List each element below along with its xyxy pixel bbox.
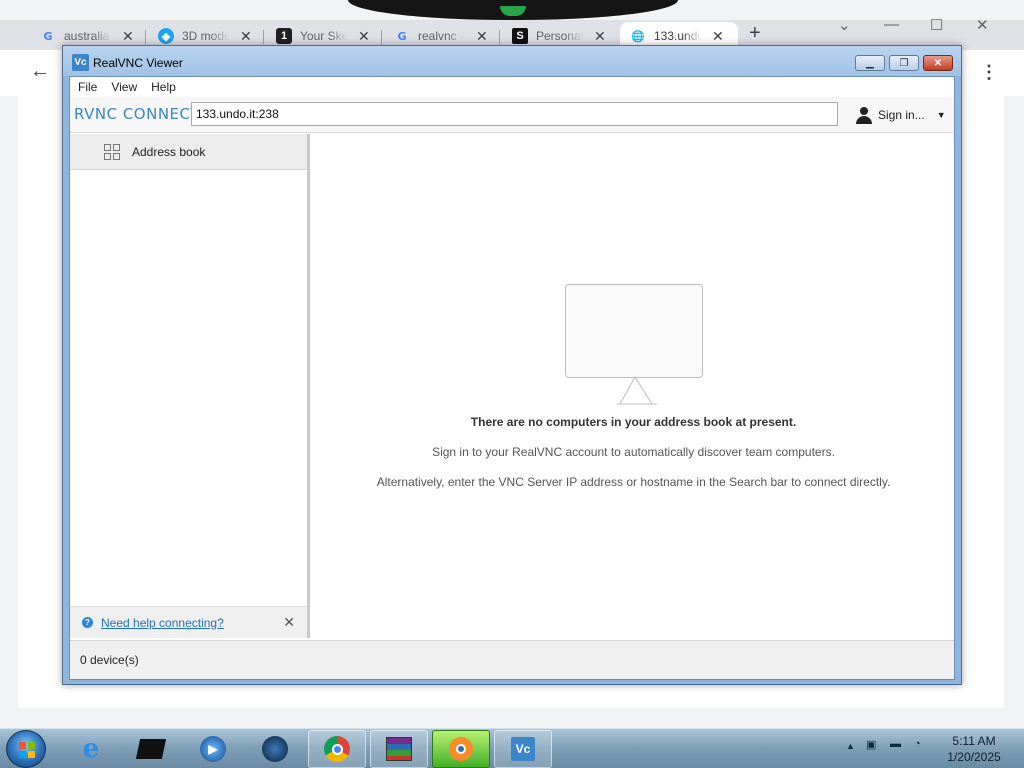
clock-time: 5:11 AM [952, 734, 996, 748]
google-icon: G [43, 29, 53, 43]
realvnc-icon: Vc [509, 735, 537, 763]
window-title: RealVNC Viewer [93, 56, 183, 70]
monitor-illustration [565, 284, 703, 405]
close-icon[interactable]: ✕ [283, 614, 295, 631]
internet-explorer-icon: e [82, 734, 100, 764]
tab-title: Your Sket [300, 29, 348, 43]
help-icon: ? [82, 617, 93, 628]
chrome-icon [323, 735, 351, 763]
globe-icon: 🌐 [631, 30, 645, 43]
system-clock[interactable]: 5:11 AM 1/20/2025 [932, 733, 1016, 765]
tab-close-icon[interactable]: ✕ [358, 28, 370, 45]
tab-close-icon[interactable]: ✕ [712, 28, 724, 45]
sidebar-item-label: Address book [132, 144, 206, 159]
sync-tray-icon[interactable]: ◔ [914, 738, 921, 750]
start-button[interactable] [6, 730, 46, 768]
grid-icon [104, 143, 120, 160]
display-tray-icon[interactable]: ▬ [890, 738, 901, 750]
minimize-icon[interactable]: — [884, 16, 899, 33]
tab-separator [381, 30, 382, 44]
device-count: 0 device(s) [80, 653, 139, 667]
taskbar-blender[interactable] [432, 730, 490, 768]
tab-title: australia [64, 29, 110, 43]
help-bar: ? Need help connecting? ✕ [70, 606, 307, 638]
vnc-minimize-button[interactable]: ▁ [855, 55, 885, 71]
tab-close-icon[interactable]: ✕ [122, 28, 134, 45]
taskbar-ie[interactable]: e [62, 730, 120, 768]
vnc-restore-button[interactable]: ❐ [889, 55, 919, 71]
monitor-screen [565, 284, 703, 378]
monitor-stand [617, 376, 657, 405]
maximize-icon[interactable]: ☐ [930, 16, 943, 34]
empty-state-message: Sign in to your RealVNC account to autom… [432, 445, 835, 459]
empty-state-hint: Alternatively, enter the VNC Server IP a… [376, 475, 891, 489]
tray-expand-icon[interactable]: ▲ [846, 741, 855, 751]
realvnc-logo-icon: Vc [72, 54, 89, 71]
address-book-panel: There are no computers in your address b… [313, 134, 954, 638]
tab-close-icon[interactable]: ✕ [476, 28, 488, 45]
clock-date: 1/20/2025 [947, 750, 1001, 764]
network-tray-icon[interactable]: ▣ [866, 738, 876, 751]
vnc-titlebar: Vc RealVNC Viewer ▁ ❐ ✕ [63, 46, 961, 76]
one-icon: 1 [276, 28, 292, 44]
tab-close-icon[interactable]: ✕ [594, 28, 606, 45]
tab-separator [145, 30, 146, 44]
sketchfab-icon: ◈ [158, 28, 174, 44]
taskbar-media-player[interactable]: ▶ [184, 730, 242, 768]
globe-app-icon [261, 735, 289, 763]
back-arrow-icon[interactable]: ← [30, 60, 50, 83]
tab-separator [263, 30, 264, 44]
close-window-icon[interactable]: ✕ [976, 16, 989, 34]
taskbar-chrome[interactable] [308, 730, 366, 768]
tab-title: 133.undo [654, 29, 702, 43]
tab-title: 3D mode [182, 29, 230, 43]
menu-bar: File View Help [70, 77, 954, 97]
camera-notch [348, 0, 678, 20]
empty-state-title: There are no computers in your address b… [470, 415, 797, 429]
media-player-icon: ▶ [199, 735, 227, 763]
vnc-client-area: File View Help RVNC CONNECT Sign in... ▼… [69, 76, 955, 680]
realvnc-window: Vc RealVNC Viewer ▁ ❐ ✕ File View Help R… [62, 45, 962, 685]
taskbar-winrar[interactable] [370, 730, 428, 768]
camera-led [500, 6, 526, 16]
menu-help[interactable]: Help [151, 80, 176, 94]
status-bar: 0 device(s) [70, 640, 954, 679]
taskbar-app-box[interactable] [122, 730, 180, 768]
sidebar-item-address-book[interactable]: Address book [70, 134, 307, 170]
winrar-icon [385, 735, 413, 763]
scribd-icon: S [512, 28, 528, 44]
blender-icon [447, 735, 475, 763]
sidebar: Address book ? Need help connecting? ✕ [70, 134, 310, 638]
tab-title: realvnc - [418, 29, 465, 43]
taskbar: e ▶ Vc ▲ ▣ ▬ ◔ 5:11 AM 1/20/2025 [0, 728, 1024, 768]
menu-view[interactable]: View [111, 80, 137, 94]
browser-menu-icon[interactable]: ⋮ [980, 62, 998, 83]
dropdown-caret-icon: ▼ [936, 110, 946, 120]
windows-flag-icon [19, 742, 35, 758]
black-box-icon [135, 735, 167, 763]
taskbar-realvnc[interactable]: Vc [494, 730, 552, 768]
google-icon: G [397, 29, 407, 43]
new-tab-button[interactable]: + [749, 22, 761, 45]
menu-file[interactable]: File [78, 80, 97, 94]
user-icon [855, 106, 873, 124]
tab-close-icon[interactable]: ✕ [240, 28, 252, 45]
vnc-connect-brand: RVNC CONNECT [74, 105, 201, 123]
tab-separator [499, 30, 500, 44]
taskbar-globe-app[interactable] [246, 730, 304, 768]
sign-in-label: Sign in... [878, 108, 925, 122]
sign-in-button[interactable]: Sign in... ▼ [855, 106, 946, 124]
tab-title: Personal [536, 29, 584, 43]
vnc-close-button[interactable]: ✕ [923, 55, 953, 71]
connect-bar: RVNC CONNECT Sign in... ▼ [70, 97, 954, 133]
help-link[interactable]: Need help connecting? [101, 616, 224, 630]
tab-search-chevron-icon[interactable]: ⌄ [838, 16, 851, 34]
address-search-input[interactable] [191, 102, 838, 126]
